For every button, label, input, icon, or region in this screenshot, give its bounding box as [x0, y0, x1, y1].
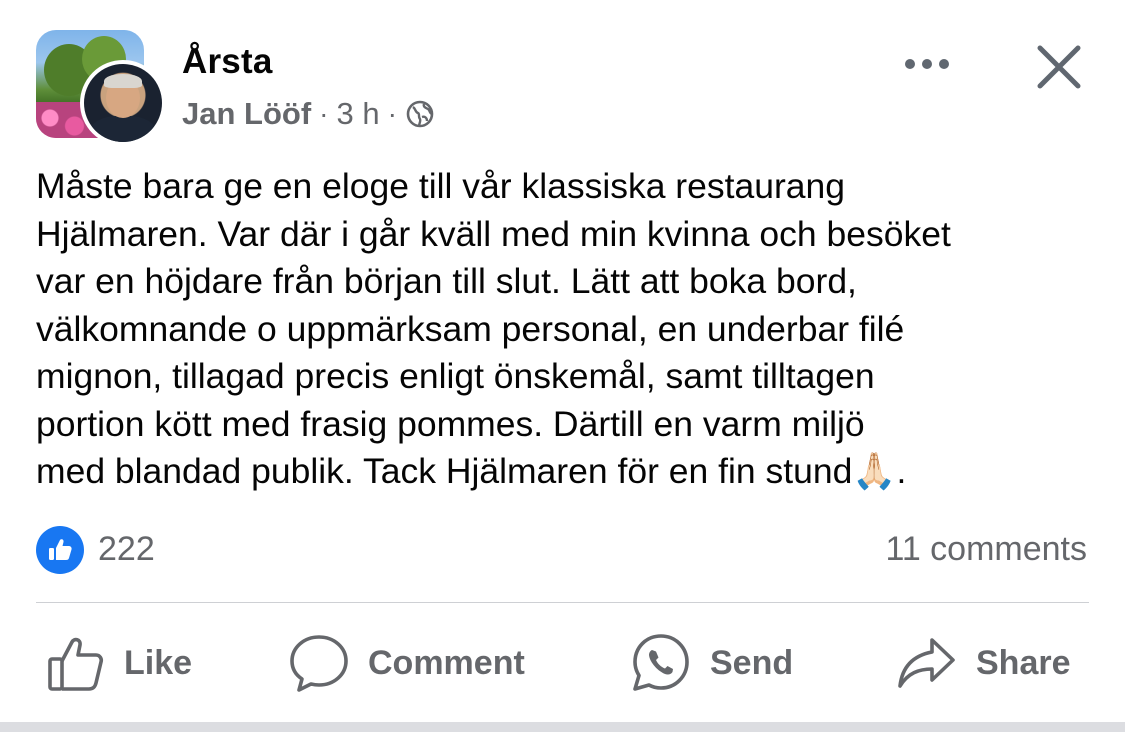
close-icon[interactable] [1032, 40, 1086, 94]
thumbs-up-icon [48, 637, 104, 691]
post-text: Måste bara ge en eloge till vår klassisk… [36, 166, 951, 491]
dot-icon [905, 59, 915, 69]
whatsapp-icon [633, 634, 689, 691]
comment-bubble-icon [290, 635, 348, 692]
post-meta: Jan Lööf · 3 h · [182, 96, 435, 132]
post-card: Årsta Jan Lööf · 3 h · Måste bara ge en … [0, 0, 1125, 722]
user-avatar[interactable] [80, 60, 166, 146]
meta-separator: · [387, 98, 397, 129]
group-name[interactable]: Årsta [182, 42, 272, 82]
like-button[interactable]: Like [46, 630, 192, 696]
share-arrow-icon [898, 638, 955, 688]
author-name[interactable]: Jan Lööf [182, 96, 311, 132]
share-label: Share [976, 643, 1071, 682]
globe-icon [406, 100, 434, 128]
comment-button[interactable]: Comment [288, 630, 525, 696]
like-label: Like [124, 643, 193, 682]
comment-label: Comment [368, 643, 525, 682]
like-reaction-icon[interactable] [36, 526, 84, 574]
post-avatar[interactable] [36, 30, 166, 146]
divider [36, 602, 1089, 603]
bottom-separator-bar [0, 722, 1125, 732]
dot-icon [922, 59, 932, 69]
share-button[interactable]: Share [896, 630, 1071, 696]
meta-separator: · [319, 98, 329, 129]
comments-count[interactable]: 11 comments [885, 530, 1087, 569]
thumbs-up-icon [49, 539, 72, 560]
more-options-button[interactable] [896, 44, 958, 84]
send-label: Send [710, 643, 794, 682]
dot-icon [939, 59, 949, 69]
reaction-count[interactable]: 222 [98, 530, 155, 569]
post-time[interactable]: 3 h [337, 96, 380, 132]
send-button[interactable]: Send [630, 630, 793, 696]
